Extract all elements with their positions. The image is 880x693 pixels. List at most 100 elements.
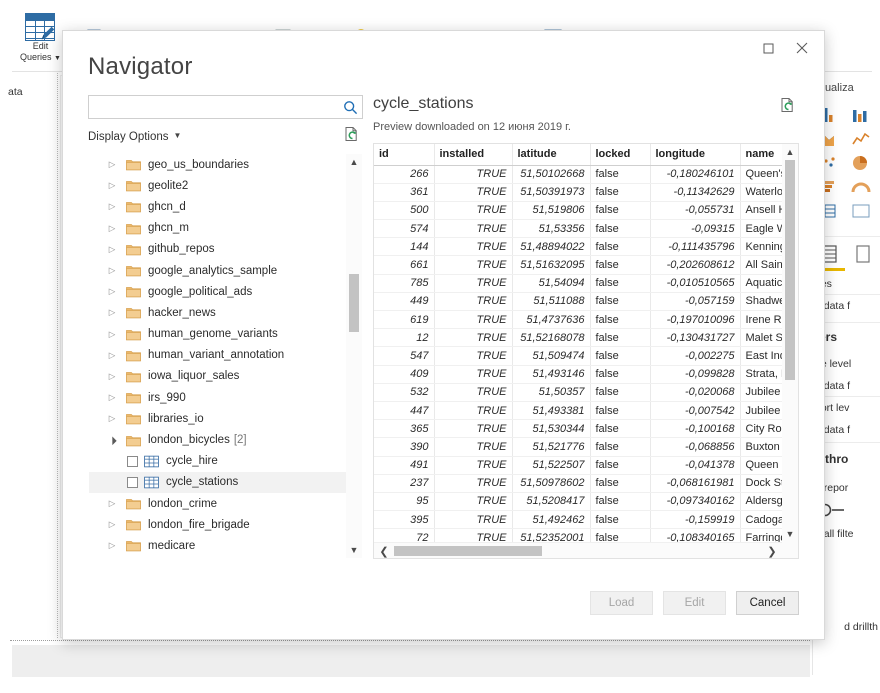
tree-item-irs_990[interactable]: irs_990	[89, 387, 346, 408]
search-button[interactable]	[340, 98, 360, 116]
tree-item-cycle_hire[interactable]: cycle_hire	[89, 451, 346, 472]
table-row[interactable]: 661TRUE51,51632095false-0,202608612All S…	[374, 256, 782, 274]
preview-vscroll-thumb[interactable]	[785, 160, 795, 380]
preview-scroll-down-arrow[interactable]: ▼	[782, 526, 798, 542]
column-header-latitude[interactable]: latitude	[512, 144, 590, 165]
table-row[interactable]: 500TRUE51,519806false-0,055731Ansell Hou…	[374, 201, 782, 219]
tree-item-cycle_stations[interactable]: cycle_stations	[89, 472, 346, 493]
edit-queries-button[interactable]: Edit Queries ▼	[20, 13, 61, 64]
tree-vertical-scrollbar[interactable]: ▲ ▼	[346, 154, 362, 558]
table-row[interactable]: 390TRUE51,521776false-0,068856Buxton Str…	[374, 438, 782, 456]
table-row[interactable]: 785TRUE51,54094false-0,010510565Aquatic …	[374, 274, 782, 292]
canvas-guide-horizontal	[10, 640, 810, 641]
preview-table-scroll[interactable]: idinstalledlatitudelockedlongitudename 2…	[374, 144, 782, 542]
expand-triangle-icon[interactable]	[105, 244, 119, 255]
tree-item-ghcn_m[interactable]: ghcn_m	[89, 218, 346, 239]
expand-triangle-icon[interactable]	[105, 413, 119, 424]
table-row[interactable]: 532TRUE51,50357false-0,020068Jubilee Pla…	[374, 383, 782, 401]
tree-item-london_bicycles[interactable]: london_bicycles[2]	[89, 429, 346, 450]
table-row[interactable]: 237TRUE51,50978602false-0,068161981Dock …	[374, 474, 782, 492]
edit-button[interactable]: Edit	[663, 591, 726, 615]
expand-triangle-icon[interactable]	[105, 307, 119, 318]
search-input[interactable]	[88, 95, 363, 119]
expand-triangle-icon[interactable]	[105, 223, 119, 234]
preview-horizontal-scrollbar[interactable]: ❮ ❯	[374, 542, 782, 558]
tree-item-hacker_news[interactable]: hacker_news	[89, 302, 346, 323]
table-row[interactable]: 95TRUE51,5208417false-0,097340162Aldersg…	[374, 492, 782, 510]
preview-hscroll-thumb[interactable]	[394, 546, 542, 556]
expand-triangle-icon[interactable]	[105, 286, 119, 297]
expand-triangle-icon[interactable]	[105, 350, 119, 361]
tree-item-human_variant_annotation[interactable]: human_variant_annotation	[89, 345, 346, 366]
expand-triangle-icon[interactable]	[105, 540, 119, 551]
close-button[interactable]	[786, 35, 818, 61]
table-row[interactable]: 365TRUE51,530344false-0,100168City Road,…	[374, 420, 782, 438]
table-row[interactable]: 12TRUE51,52168078false-0,130431727Malet …	[374, 329, 782, 347]
expand-triangle-icon[interactable]	[105, 519, 119, 530]
tree-item-iowa_liquor_sales[interactable]: iowa_liquor_sales	[89, 366, 346, 387]
tree-item-ml_datasets[interactable]: ml_datasets	[89, 557, 346, 558]
table-row[interactable]: 547TRUE51,509474false-0,002275East India…	[374, 347, 782, 365]
tree-item-google_analytics_sample[interactable]: google_analytics_sample	[89, 260, 346, 281]
column-header-longitude[interactable]: longitude	[650, 144, 740, 165]
matrix-visual-icon[interactable]	[851, 202, 871, 220]
cancel-button[interactable]: Cancel	[736, 591, 799, 615]
table-row[interactable]: 491TRUE51,522507false-0,041378Queen Mar	[374, 456, 782, 474]
pie-chart-icon[interactable]	[851, 154, 871, 172]
column-header-locked[interactable]: locked	[590, 144, 650, 165]
tree-item-libraries_io[interactable]: libraries_io	[89, 408, 346, 429]
collapse-triangle-icon[interactable]	[105, 436, 119, 445]
tree-item-medicare[interactable]: medicare	[89, 535, 346, 556]
stacked-bar-chart-icon[interactable]	[851, 106, 871, 124]
preview-refresh-button[interactable]	[779, 97, 797, 115]
tree-scroll-down-arrow[interactable]: ▼	[346, 542, 362, 558]
tree-item-geo_us_boundaries[interactable]: geo_us_boundaries	[89, 154, 346, 175]
expand-triangle-icon[interactable]	[105, 371, 119, 382]
expand-triangle-icon[interactable]	[105, 180, 119, 191]
display-options-dropdown[interactable]: Display Options▼	[88, 131, 181, 143]
column-header-installed[interactable]: installed	[434, 144, 512, 165]
tree-scroll-up-arrow[interactable]: ▲	[346, 154, 362, 170]
preview-vertical-scrollbar[interactable]: ▲ ▼	[782, 144, 798, 542]
tree-item-human_genome_variants[interactable]: human_genome_variants	[89, 324, 346, 345]
table-row[interactable]: 361TRUE51,50391973false-0,11342629Waterl…	[374, 183, 782, 201]
table-row[interactable]: 447TRUE51,493381false-0,007542Jubilee Cr…	[374, 401, 782, 419]
table-row[interactable]: 449TRUE51,511088false-0,057159Shadwell S…	[374, 292, 782, 310]
refresh-preview-button[interactable]	[343, 126, 361, 144]
gauge-chart-icon[interactable]	[851, 178, 871, 196]
line-chart-icon[interactable]	[851, 130, 871, 148]
preview-scroll-left-arrow[interactable]: ❮	[376, 543, 392, 559]
table-row[interactable]: 395TRUE51,492462false-0,159919Cadogan Ga	[374, 511, 782, 529]
expand-triangle-icon[interactable]	[105, 201, 119, 212]
expand-triangle-icon[interactable]	[105, 498, 119, 509]
tree-item-ghcn_d[interactable]: ghcn_d	[89, 196, 346, 217]
tree-scrollbar-thumb[interactable]	[349, 274, 359, 332]
tree-item-geolite2[interactable]: geolite2	[89, 175, 346, 196]
column-header-name[interactable]: name	[740, 144, 782, 165]
column-header-id[interactable]: id	[374, 144, 434, 165]
preview-scroll-up-arrow[interactable]: ▲	[782, 144, 798, 160]
expand-triangle-icon[interactable]	[105, 329, 119, 340]
format-tab-icon[interactable]	[853, 244, 873, 264]
expand-triangle-icon[interactable]	[105, 159, 119, 170]
tree-item-london_fire_brigade[interactable]: london_fire_brigade	[89, 514, 346, 535]
table-row[interactable]: 619TRUE51,4737636false-0,197010096Irene …	[374, 311, 782, 329]
load-button[interactable]: Load	[590, 591, 653, 615]
expand-triangle-icon[interactable]	[105, 392, 119, 403]
table-row[interactable]: 266TRUE51,50102668false-0,180246101Queen…	[374, 165, 782, 183]
visual-type-gallery[interactable]	[817, 106, 877, 220]
table-row[interactable]: 409TRUE51,493146false-0,099828Strata, El…	[374, 365, 782, 383]
maximize-button[interactable]	[752, 35, 784, 61]
table-row[interactable]: 72TRUE51,52352001false-0,108340165Farrin…	[374, 529, 782, 542]
expand-triangle-icon[interactable]	[105, 265, 119, 276]
dataset-tree-list[interactable]: geo_us_boundariesgeolite2ghcn_dghcn_mgit…	[89, 154, 346, 558]
preview-scroll-right-arrow[interactable]: ❯	[764, 543, 780, 559]
tree-item-google_political_ads[interactable]: google_political_ads	[89, 281, 346, 302]
tree-scrollbar-track[interactable]	[346, 170, 362, 542]
tree-item-london_crime[interactable]: london_crime	[89, 493, 346, 514]
table-row[interactable]: 144TRUE51,48894022false-0,111435796Kenni…	[374, 238, 782, 256]
tree-item-github_repos[interactable]: github_repos	[89, 239, 346, 260]
table-row[interactable]: 574TRUE51,53356false-0,09315Eagle Whar	[374, 220, 782, 238]
table-checkbox[interactable]	[127, 477, 138, 488]
table-checkbox[interactable]	[127, 456, 138, 467]
